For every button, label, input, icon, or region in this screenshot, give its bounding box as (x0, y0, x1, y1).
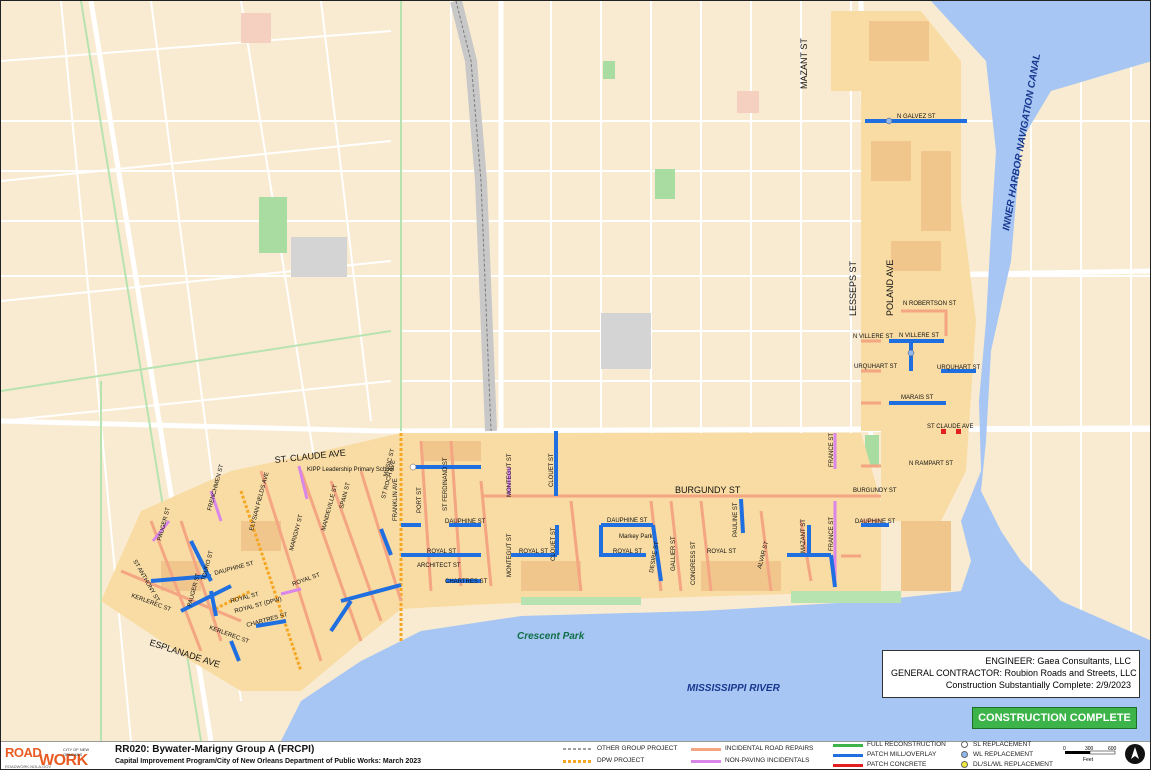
legend-swatch (563, 748, 593, 750)
mazant-label: MAZANT ST (799, 38, 809, 89)
burgundy-label: BURGUNDY ST (675, 485, 741, 495)
legend-full-reconstruction: FULL RECONSTRUCTION (833, 740, 953, 750)
riverfront-green (791, 591, 901, 603)
street-label: ROYAL ST (427, 549, 456, 555)
legend-incidental-repairs: INCIDENTAL ROAD REPAIRS (691, 744, 831, 754)
gray-block (601, 313, 651, 369)
legend-dl-replacement: DL/SL/WL REPLACEMENT (959, 760, 1059, 769)
street-label: PORT ST (417, 487, 423, 513)
street-label: MARAIS ST (901, 395, 934, 401)
crescent-park-label: Crescent Park (517, 631, 585, 642)
legend-dot (961, 741, 968, 748)
completion-text: Construction Substantially Complete: 2/9… (945, 680, 1131, 690)
map-canvas[interactable]: INNER HARBOR NAVIGATION CANAL MISSISSIPP… (1, 1, 1151, 741)
scale-tick: 300 (1085, 746, 1094, 752)
street-label: ARCHITECT ST (417, 563, 461, 569)
street-label: DAUPHINE ST (607, 518, 648, 524)
street-label: ST FERDINAND ST (443, 457, 449, 511)
engineer-text: ENGINEER: Gaea Consultants, LLC (985, 656, 1131, 666)
school-label: KIPP Leadership Primary School (307, 467, 394, 473)
project-title: RR020: Bywater-Marigny Group A (FRCPI) (115, 744, 315, 755)
street-label: FRANCE ST (829, 433, 835, 467)
street-label: ROYAL ST (613, 549, 642, 555)
project-info-box: ENGINEER: Gaea Consultants, LLC GENERAL … (882, 650, 1140, 698)
legend-swatch (691, 760, 721, 763)
wl-replacement-marker (907, 349, 915, 357)
crescent-park-strip (521, 597, 641, 605)
street-label: N VILLERE ST (899, 333, 939, 339)
legend-swatch (833, 764, 863, 767)
street-label: ROYAL ST (707, 549, 736, 555)
legend-patch-mill: PATCH MILL/OVERLAY (833, 750, 953, 760)
legend-non-paving: NON-PAVING INCIDENTALS (691, 756, 831, 766)
street-label: N RAMPART ST (909, 461, 953, 467)
legend-swatch (833, 754, 863, 757)
street-label: PAULINE ST (733, 502, 739, 537)
street-label: URQUHART ST (937, 365, 980, 371)
street-label: MONTEGUT ST (507, 533, 513, 577)
street-label: FRANKLIN AVE (393, 478, 399, 521)
wl-replacement-marker (885, 117, 893, 125)
legend-swatch (833, 744, 863, 747)
pink-block (737, 91, 759, 113)
legend-dot (961, 761, 968, 768)
street-label: ROYAL ST (519, 549, 548, 555)
legend-swatch (691, 748, 721, 751)
street-label: N ROBERTSON ST (903, 301, 957, 307)
legend-swatch (563, 760, 593, 763)
street-label: DAUPHINE ST (445, 519, 486, 525)
scale-bar: 0 300 600 Feet (1063, 746, 1117, 763)
legend-wl-replacement: WL REPLACEMENT (959, 750, 1059, 760)
street-label: MAZANT ST (801, 519, 807, 553)
street-label: N GALVEZ ST (897, 114, 936, 120)
legend-dot (961, 751, 968, 758)
gray-block (291, 237, 347, 277)
roadwork-logo[interactable]: ROAD WORK CITY OF NEW ORLEANS ROADWORK.N… (5, 744, 109, 769)
legend-patch-concrete: PATCH CONCRETE (833, 760, 953, 769)
street-label: BURGUNDY ST (853, 488, 897, 494)
poland-label: POLAND AVE (885, 260, 895, 316)
scale-tick: 0 (1063, 746, 1066, 752)
sl-replacement-marker (409, 463, 417, 471)
street-label: URQUHART ST (854, 364, 897, 370)
street-label: FRANCE ST (829, 517, 835, 551)
street-label: DAUPHINE ST (855, 519, 896, 525)
park-block (603, 61, 615, 79)
park-block (259, 197, 287, 253)
project-subtitle: Capital Improvement Program/City of New … (115, 758, 422, 765)
scale-tick: 600 (1108, 746, 1117, 752)
legend-sl-replacement: SL REPLACEMENT (959, 740, 1059, 750)
logo-url-text: ROADWORK.NOLA.GOV (5, 764, 52, 769)
street-label: ST CLAUDE AVE (927, 424, 973, 430)
park-label: Markey Park (619, 534, 654, 540)
map-footer: ROAD WORK CITY OF NEW ORLEANS ROADWORK.N… (1, 740, 1150, 769)
contractor-text: GENERAL CONTRACTOR: Roubion Roads and St… (891, 668, 1137, 678)
lesseps-label: LESSEPS ST (848, 260, 858, 316)
street-label: CLOUET ST (549, 453, 555, 487)
north-arrow-icon (1125, 744, 1145, 764)
street-label: CONGRESS ST (691, 541, 697, 585)
street-label: N VILLERE ST (853, 334, 893, 340)
map-frame: INNER HARBOR NAVIGATION CANAL MISSISSIPP… (0, 0, 1151, 770)
street-label: MONTEGUT ST (507, 453, 513, 497)
legend-dpw-project: DPW PROJECT (563, 756, 703, 766)
street-label: CHARTRES ST (445, 579, 488, 585)
pink-block (241, 13, 271, 43)
street-label: GALLIER ST (671, 536, 677, 571)
legend-other-group: OTHER GROUP PROJECT (563, 744, 703, 754)
river-label: MISSISSIPPI RIVER (687, 683, 781, 694)
street-label: CLOUET ST (551, 527, 557, 561)
park-block (655, 169, 675, 199)
logo-city-text: CITY OF NEW ORLEANS (63, 747, 90, 757)
logo-road-text: ROAD (5, 745, 42, 760)
construction-status-badge: CONSTRUCTION COMPLETE (972, 707, 1137, 729)
scale-unit: Feet (1083, 757, 1094, 763)
